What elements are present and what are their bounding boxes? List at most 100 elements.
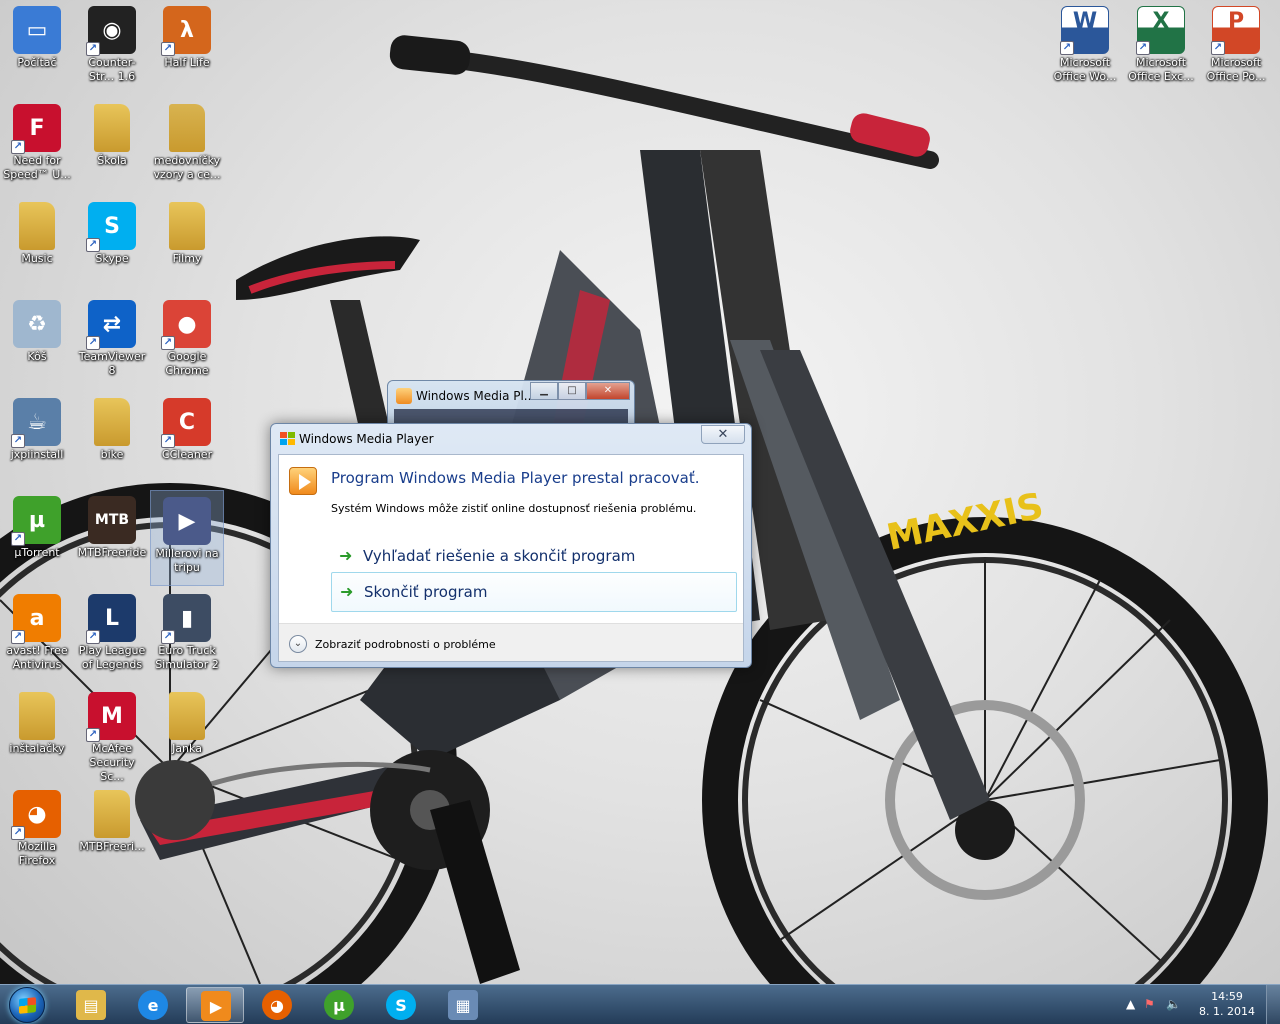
desktop-icon[interactable]: S ↗ Skype (75, 196, 149, 292)
shortcut-arrow-icon: ↗ (11, 434, 25, 448)
taskbar-button[interactable]: µ (310, 987, 368, 1023)
firefox-icon: ◕ ↗ (11, 790, 61, 840)
icon-glyph (19, 202, 55, 250)
network-error-icon[interactable]: ⚑ (1144, 997, 1155, 1011)
desktop-icon[interactable]: C ↗ CCleaner (150, 392, 224, 488)
desktop-icon-label: Microsoft Office Po... (1206, 56, 1266, 83)
control-panel-icon: ▦ (448, 990, 478, 1020)
desktop-icon[interactable]: a ↗ avast! Free Antivirus (0, 588, 74, 684)
shortcut-arrow-icon: ↗ (1211, 41, 1225, 55)
shortcut-arrow-icon: ↗ (86, 336, 100, 350)
dialog-footer: ⌄ Zobraziť podrobnosti o probléme (279, 623, 743, 661)
show-desktop-button[interactable] (1266, 985, 1280, 1024)
desktop-icon[interactable]: Škola (75, 98, 149, 194)
desktop-icon-label: CCleaner (161, 448, 213, 461)
desktop-icon-label: Google Chrome (165, 350, 209, 377)
desktop-icon-label: µTorrent (14, 546, 60, 559)
desktop-icon[interactable]: bike (75, 392, 149, 488)
shortcut-arrow-icon: ↗ (161, 630, 175, 644)
icon-glyph (169, 104, 205, 152)
desktop-icon-label: Škola (97, 154, 127, 167)
show-hidden-icons-button[interactable]: ▲ (1126, 997, 1135, 1011)
desktop-icon[interactable]: W ↗ Microsoft Office Wo... (1048, 0, 1122, 96)
error-dialog: Windows Media Player ✕ Program Windows M… (270, 423, 752, 668)
desktop-icon[interactable]: X ↗ Microsoft Office Exc... (1124, 0, 1198, 96)
teamviewer-icon: ⇄ ↗ (86, 300, 136, 350)
desktop-icon-label: MTBFreeride (77, 546, 147, 559)
close-button[interactable]: ✕ (586, 382, 630, 400)
minimize-button[interactable]: ▁ (530, 382, 558, 400)
desktop-icon-label: Euro Truck Simulator 2 (155, 644, 219, 671)
java-installer-icon: ☕ ↗ (11, 398, 61, 448)
desktop-icon-label: Millerovi na tripu (155, 547, 219, 574)
taskbar-button[interactable]: ▤ (62, 987, 120, 1023)
close-program-option[interactable]: ➜ Skončiť program (331, 572, 737, 612)
taskbar-button[interactable]: ◕ (248, 987, 306, 1023)
taskbar-button[interactable]: ▶ (186, 987, 244, 1023)
desktop-icon-label: Play League of Legends (78, 644, 146, 671)
internet-explorer-icon: e (138, 990, 168, 1020)
shortcut-arrow-icon: ↗ (11, 140, 25, 154)
folder-icon (94, 398, 130, 446)
desktop-icon[interactable]: ⇄ ↗ TeamViewer 8 (75, 294, 149, 390)
icon-glyph (94, 398, 130, 446)
folder-icon (94, 790, 130, 838)
folder-icon (19, 692, 55, 740)
desktop-icon[interactable]: ♻ Kôš (0, 294, 74, 390)
desktop-icon-label: Janka (172, 742, 202, 755)
desktop-icon[interactable]: µ ↗ µTorrent (0, 490, 74, 586)
desktop-icon[interactable]: λ ↗ Half Life (150, 0, 224, 96)
desktop-icon[interactable]: MTBFreeri... (75, 784, 149, 880)
desktop-icon[interactable]: inštalačky (0, 686, 74, 782)
desktop-icon-label: Half Life (164, 56, 210, 69)
firefox-icon: ◕ (262, 990, 292, 1020)
icon-glyph (94, 790, 130, 838)
windows-media-player-icon (396, 388, 412, 404)
clock-date: 8. 1. 2014 (1199, 1005, 1255, 1018)
desktop-icon[interactable]: ● ↗ Google Chrome (150, 294, 224, 390)
desktop-icon[interactable]: ▶ Millerovi na tripu (150, 490, 224, 586)
dialog-body: Program Windows Media Player prestal pra… (278, 454, 744, 662)
window-title: Windows Media Pl... (416, 389, 536, 403)
desktop-icon[interactable]: ☕ ↗ jxpiinstall (0, 392, 74, 488)
desktop-icon-label: Need for Speed™ U... (3, 154, 71, 181)
desktop-icon[interactable]: ▭ Počítač (0, 0, 74, 96)
desktop-icon-label: Music (21, 252, 53, 265)
desktop-icon[interactable]: MTB MTBFreeride (75, 490, 149, 586)
computer-icon: ▭ (13, 6, 61, 54)
details-label: Zobraziť podrobnosti o probléme (315, 637, 496, 651)
desktop-icon-label: MTBFreeri... (79, 840, 145, 853)
search-solution-option[interactable]: ➜ Vyhľadať riešenie a skončiť program (331, 537, 737, 577)
dialog-close-button[interactable]: ✕ (701, 425, 745, 444)
volume-icon[interactable]: 🔈 (1166, 997, 1181, 1011)
desktop-icon-label: Počítač (17, 56, 57, 69)
desktop-icon[interactable]: M ↗ McAfee Security Sc... (75, 686, 149, 783)
desktop-icon[interactable]: ◉ ↗ Counter-Str... 1.6 (75, 0, 149, 96)
desktop-icon[interactable]: Janka (150, 686, 224, 782)
desktop-icon-label: Filmy (172, 252, 202, 265)
icon-glyph: MTB (94, 512, 130, 528)
taskbar-button[interactable]: S (372, 987, 430, 1023)
desktop-icon[interactable]: ▮ ↗ Euro Truck Simulator 2 (150, 588, 224, 684)
icon-glyph: ▭ (26, 17, 48, 43)
maximize-button[interactable]: □ (558, 382, 586, 400)
desktop-icon[interactable]: Music (0, 196, 74, 292)
taskbar-button[interactable]: e (124, 987, 182, 1023)
desktop-icon[interactable]: L ↗ Play League of Legends (75, 588, 149, 684)
desktop-icon-label: avast! Free Antivirus (6, 644, 68, 671)
taskbar-button[interactable]: ▦ (434, 987, 492, 1023)
mtb-freeride-icon: MTB (88, 496, 136, 544)
start-button[interactable] (2, 985, 56, 1024)
shortcut-arrow-icon: ↗ (86, 42, 100, 56)
desktop-icon[interactable]: Filmy (150, 196, 224, 292)
clock[interactable]: 14:59 8. 1. 2014 (1192, 989, 1262, 1019)
green-arrow-icon: ➜ (340, 582, 354, 601)
powerpoint-icon: P ↗ (1211, 6, 1260, 55)
desktop-icon[interactable]: P ↗ Microsoft Office Po... (1199, 0, 1273, 96)
show-details-toggle[interactable]: ⌄ Zobraziť podrobnosti o probléme (289, 635, 496, 653)
desktop-icon[interactable]: medovníčky vzory a ce... (150, 98, 224, 194)
chevron-down-icon: ⌄ (289, 635, 307, 653)
desktop-icon[interactable]: ◕ ↗ Mozilla Firefox (0, 784, 74, 880)
desktop-icon-label: Kôš (27, 350, 47, 363)
desktop-icon[interactable]: F ↗ Need for Speed™ U... (0, 98, 74, 194)
